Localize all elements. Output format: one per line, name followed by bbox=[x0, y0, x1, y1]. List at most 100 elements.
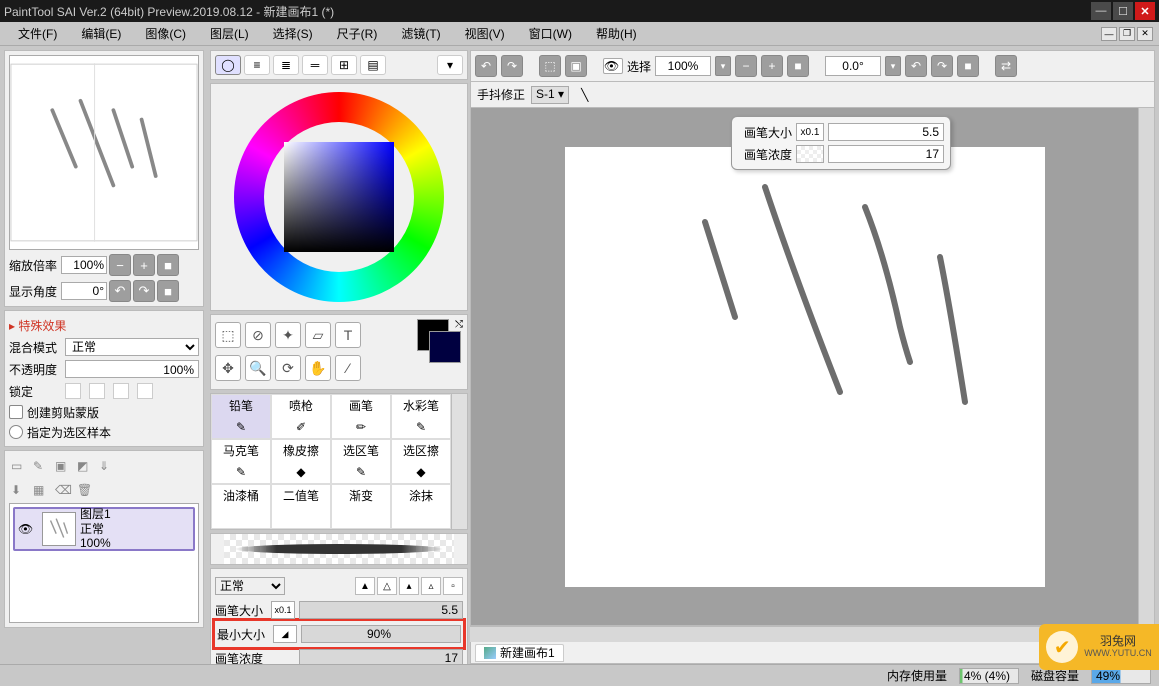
brush-blend-select[interactable]: 正常 bbox=[215, 577, 285, 595]
brush-gradient[interactable]: 渐变 bbox=[331, 484, 391, 529]
brush-shape-b-button[interactable]: △ bbox=[377, 577, 397, 595]
brush-scrollbar[interactable] bbox=[451, 394, 467, 529]
scratchpad-button[interactable]: ▤ bbox=[360, 55, 386, 75]
brush-shape-c-button[interactable]: ▴ bbox=[399, 577, 419, 595]
canvas-zoom-fit-button[interactable]: ■ bbox=[787, 55, 809, 77]
layer-item[interactable]: 👁 图层1 正常 100% bbox=[13, 507, 195, 551]
maximize-button[interactable]: ☐ bbox=[1113, 2, 1133, 20]
brush-shape-a-button[interactable]: ▲ bbox=[355, 577, 375, 595]
brush-marker[interactable]: 马克笔✎ bbox=[211, 439, 271, 484]
brush-bucket[interactable]: 油漆桶 bbox=[211, 484, 271, 529]
zoom-out-button[interactable]: − bbox=[109, 254, 131, 276]
canvas[interactable] bbox=[565, 147, 1045, 587]
transfer-down-icon[interactable]: ⇓ bbox=[99, 459, 115, 475]
canvas-angle-input[interactable] bbox=[825, 56, 881, 76]
brush-watercolor[interactable]: 水彩笔✎ bbox=[391, 394, 451, 439]
merge-down-icon[interactable]: ⬇ bbox=[11, 483, 27, 499]
line-tool-icon[interactable]: ╲ bbox=[581, 88, 588, 102]
canvas-rotate-reset-button[interactable]: ■ bbox=[957, 55, 979, 77]
color-wheel[interactable] bbox=[234, 92, 444, 302]
new-layer-icon[interactable]: ▭ bbox=[11, 459, 27, 475]
clear-layer-icon[interactable]: ⌫ bbox=[55, 483, 71, 499]
close-button[interactable]: ✕ bbox=[1135, 2, 1155, 20]
panel-menu-button[interactable]: ▾ bbox=[437, 55, 463, 75]
canvas-angle-dropdown[interactable]: ▾ bbox=[885, 56, 901, 76]
opacity-slider[interactable]: 100% bbox=[65, 360, 199, 378]
menu-edit[interactable]: 编辑(E) bbox=[69, 23, 133, 44]
rotate-cw-button[interactable]: ↷ bbox=[133, 280, 155, 302]
lock-pixels-button[interactable] bbox=[65, 383, 81, 399]
hsv-sliders-button[interactable]: ≣ bbox=[273, 55, 299, 75]
canvas-zoom-in-button[interactable]: + bbox=[761, 55, 783, 77]
popup-size-value[interactable]: 5.5 bbox=[828, 123, 944, 141]
flip-horizontal-button[interactable]: ⇄ bbox=[995, 55, 1017, 77]
invert-sel-button[interactable]: ▣ bbox=[565, 55, 587, 77]
popup-size-step[interactable]: x0.1 bbox=[796, 123, 824, 141]
deselect-button[interactable]: ⬚ bbox=[539, 55, 561, 77]
brush-shape-d-button[interactable]: ▵ bbox=[421, 577, 441, 595]
brush-brush[interactable]: 画笔✏ bbox=[331, 394, 391, 439]
layer-visibility-icon[interactable]: 👁 bbox=[18, 522, 38, 536]
menu-layer[interactable]: 图层(L) bbox=[198, 23, 261, 44]
swatches-button[interactable]: ⊞ bbox=[331, 55, 357, 75]
shape-tool[interactable]: ▱ bbox=[305, 322, 331, 348]
brush-density-slider[interactable]: 17 bbox=[299, 649, 463, 664]
layer-mask-icon[interactable]: ◩ bbox=[77, 459, 93, 475]
brush-size-step[interactable]: x0.1 bbox=[271, 601, 295, 619]
min-size-stepper[interactable]: ◢ bbox=[273, 625, 297, 643]
undo-button[interactable]: ↶ bbox=[475, 55, 497, 77]
doc-restore-button[interactable]: ❐ bbox=[1119, 27, 1135, 41]
special-effects-toggle[interactable]: 特殊效果 bbox=[9, 315, 199, 336]
brush-seleraser[interactable]: 选区擦◆ bbox=[391, 439, 451, 484]
menu-help[interactable]: 帮助(H) bbox=[584, 23, 649, 44]
canvas-rotate-ccw-button[interactable]: ↶ bbox=[905, 55, 927, 77]
canvas-zoom-dropdown[interactable]: ▾ bbox=[715, 56, 731, 76]
rotate-ccw-button[interactable]: ↶ bbox=[109, 280, 131, 302]
text-tool[interactable]: T bbox=[335, 322, 361, 348]
navigator-thumbnail[interactable] bbox=[9, 55, 199, 250]
wand-tool[interactable]: ✦ bbox=[275, 322, 301, 348]
menu-ruler[interactable]: 尺子(R) bbox=[325, 23, 390, 44]
menu-image[interactable]: 图像(C) bbox=[133, 23, 198, 44]
zoom-input[interactable] bbox=[61, 256, 107, 274]
move-tool[interactable]: ✥ bbox=[215, 355, 241, 381]
lock-alpha-button[interactable] bbox=[89, 383, 105, 399]
brush-binary[interactable]: 二值笔 bbox=[271, 484, 331, 529]
brush-selpen[interactable]: 选区笔✎ bbox=[331, 439, 391, 484]
lock-move-button[interactable] bbox=[113, 383, 129, 399]
blend-mode-select[interactable]: 正常 bbox=[65, 338, 199, 356]
layer-list[interactable]: 👁 图层1 正常 100% bbox=[9, 503, 199, 623]
brush-shape-e-button[interactable]: ▫ bbox=[443, 577, 463, 595]
delete-layer-icon[interactable]: 🗑 bbox=[77, 483, 93, 499]
menu-file[interactable]: 文件(F) bbox=[6, 23, 69, 44]
zoom-reset-button[interactable]: ■ bbox=[157, 254, 179, 276]
color-wheel-mode-button[interactable]: ◯ bbox=[215, 55, 241, 75]
hand-tool[interactable]: ✋ bbox=[305, 355, 331, 381]
stabilizer-select[interactable]: S-1 ▾ bbox=[531, 86, 569, 104]
eye-icon[interactable]: 👁 bbox=[603, 58, 623, 74]
doc-close-button[interactable]: ✕ bbox=[1137, 27, 1153, 41]
menu-filter[interactable]: 滤镜(T) bbox=[389, 23, 452, 44]
sv-square[interactable] bbox=[284, 142, 394, 252]
zoom-in-button[interactable]: + bbox=[133, 254, 155, 276]
brush-smudge[interactable]: 涂抹 bbox=[391, 484, 451, 529]
new-linework-icon[interactable]: ✎ bbox=[33, 459, 49, 475]
rotate-view-tool[interactable]: ⟳ bbox=[275, 355, 301, 381]
minimize-button[interactable]: — bbox=[1091, 2, 1111, 20]
vertical-scrollbar[interactable] bbox=[1138, 108, 1154, 625]
document-tab[interactable]: 新建画布1 bbox=[475, 644, 564, 662]
swap-colors-icon[interactable]: ⤭ bbox=[455, 319, 463, 330]
color-swatches[interactable]: ⤭ bbox=[417, 319, 463, 351]
canvas-rotate-cw-button[interactable]: ↷ bbox=[931, 55, 953, 77]
gray-slider-button[interactable]: ═ bbox=[302, 55, 328, 75]
brush-airbrush[interactable]: 喷枪✐ bbox=[271, 394, 331, 439]
doc-minimize-button[interactable]: — bbox=[1101, 27, 1117, 41]
rect-select-tool[interactable]: ⬚ bbox=[215, 322, 241, 348]
menu-view[interactable]: 视图(V) bbox=[453, 23, 517, 44]
canvas-zoom-input[interactable] bbox=[655, 56, 711, 76]
rotate-reset-button[interactable]: ■ bbox=[157, 280, 179, 302]
clipping-mask-checkbox[interactable] bbox=[9, 405, 23, 419]
popup-density-value[interactable]: 17 bbox=[828, 145, 944, 163]
new-folder-icon[interactable]: ▣ bbox=[55, 459, 71, 475]
redo-button[interactable]: ↷ bbox=[501, 55, 523, 77]
